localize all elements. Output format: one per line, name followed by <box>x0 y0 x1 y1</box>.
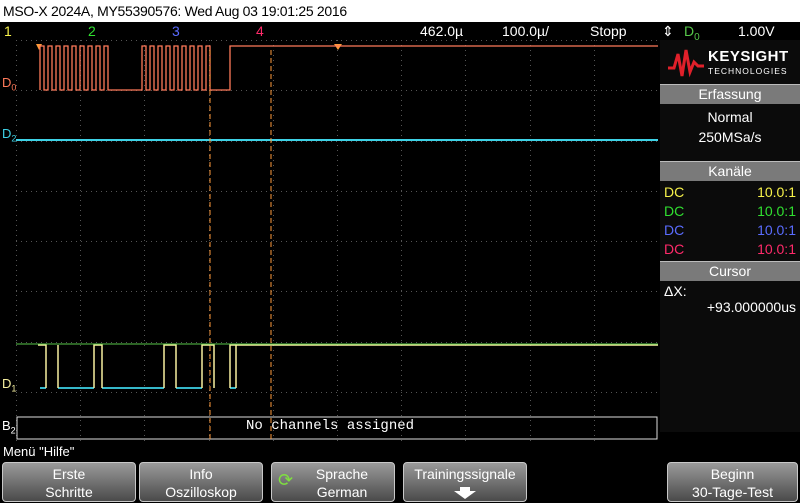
rotate-knob-icon: ⟳ <box>278 470 294 490</box>
channel-1-indicator[interactable]: 1 <box>4 22 12 40</box>
softkey-start-trial[interactable]: Beginn 30-Tage-Test <box>667 462 798 502</box>
trigger-position-marker <box>36 44 42 50</box>
run-state: Stopp <box>590 23 627 39</box>
delay-readout[interactable]: 100.0µ/ <box>502 22 549 40</box>
brand-sub: TECHNOLOGIES <box>708 66 788 76</box>
delay-marker <box>334 44 342 50</box>
menu-title: Menü "Hilfe" <box>3 444 75 459</box>
channel-row: DC 10.0:1 <box>660 240 800 259</box>
channel-row: DC 10.0:1 <box>660 202 800 221</box>
softkey-training-signals[interactable]: Trainingssignale <box>403 462 527 502</box>
cursor-delta-label: ΔX: <box>664 283 687 299</box>
softkey-getting-started[interactable]: Erste Schritte <box>2 462 136 502</box>
softkey-label: Info <box>189 466 213 482</box>
channels-panel: DC 10.0:1 DC 10.0:1 DC 10.0:1 DC 10.0:1 <box>660 181 800 261</box>
right-panel: KEYSIGHT TECHNOLOGIES Erfassung Normal 2… <box>660 40 800 442</box>
b2-label: B2 <box>2 418 16 436</box>
timebase-readout[interactable]: 462.0µ <box>420 22 463 40</box>
sample-rate: 250MSa/s <box>698 129 762 145</box>
channel-coupling: DC <box>664 241 685 257</box>
cursor-panel: ΔX: +93.000000us <box>660 281 800 325</box>
channel-probe: 10.0:1 <box>757 203 796 219</box>
channel-coupling: DC <box>664 184 685 200</box>
panel-filler <box>660 325 800 432</box>
softkey-language[interactable]: ⟳ Sprache German <box>271 462 395 502</box>
window-title: MSO-X 2024A, MY55390576: Wed Aug 03 19:0… <box>0 0 800 22</box>
channel-2-indicator[interactable]: 2 <box>88 22 96 40</box>
channel-probe: 10.0:1 <box>757 184 796 200</box>
d0-label: D0 <box>2 75 17 93</box>
softkey-label: Beginn <box>710 466 755 482</box>
trigger-markers <box>36 44 342 50</box>
channel-row: DC 10.0:1 <box>660 221 800 240</box>
trigger-level: 1.00V <box>738 23 775 39</box>
submenu-arrow-icon <box>404 485 526 503</box>
waveform-svg <box>16 40 659 443</box>
cursor-delta-value: +93.000000us <box>706 299 796 315</box>
bus-message: No channels assigned <box>246 418 415 434</box>
graticule <box>16 40 659 443</box>
waveform-display[interactable]: No channels assigned <box>16 40 659 443</box>
acquisition-panel: Normal 250MSa/s <box>660 104 800 161</box>
softkey-label: Oszilloskop <box>165 484 237 500</box>
softkey-about-oscilloscope[interactable]: Info Oszilloskop <box>139 462 263 502</box>
d0-waveform <box>39 45 658 91</box>
softkey-label: Trainingssignale <box>414 466 516 482</box>
channel-4-indicator[interactable]: 4 <box>256 22 264 40</box>
channel-row: DC 10.0:1 <box>660 183 800 202</box>
channel-probe: 10.0:1 <box>757 222 796 238</box>
d2-label: D2 <box>2 126 17 144</box>
channel-probe: 10.0:1 <box>757 241 796 257</box>
channel-coupling: DC <box>664 222 685 238</box>
acquisition-header[interactable]: Erfassung <box>660 84 800 104</box>
acquisition-mode: Normal <box>707 109 753 125</box>
softkey-label: Erste <box>52 466 86 482</box>
brand-name: KEYSIGHT <box>708 48 789 65</box>
d1-label: D1 <box>2 376 17 394</box>
softkey-label: 30-Tage-Test <box>692 484 773 500</box>
keysight-wave-icon <box>668 49 704 78</box>
keysight-logo: KEYSIGHT TECHNOLOGIES <box>660 40 800 84</box>
channel-coupling: DC <box>664 203 685 219</box>
status-bar: 1 2 3 4 462.0µ 100.0µ/ Stopp ⇕ D0 1.00V <box>0 22 800 43</box>
channel-3-indicator[interactable]: 3 <box>172 22 180 40</box>
softkey-label: Schritte <box>45 484 93 500</box>
d1-waveform-high <box>38 344 658 388</box>
cursor-header[interactable]: Cursor <box>660 261 800 281</box>
channels-header[interactable]: Kanäle <box>660 161 800 181</box>
trigger-slope-icon: ⇕ <box>662 23 674 39</box>
